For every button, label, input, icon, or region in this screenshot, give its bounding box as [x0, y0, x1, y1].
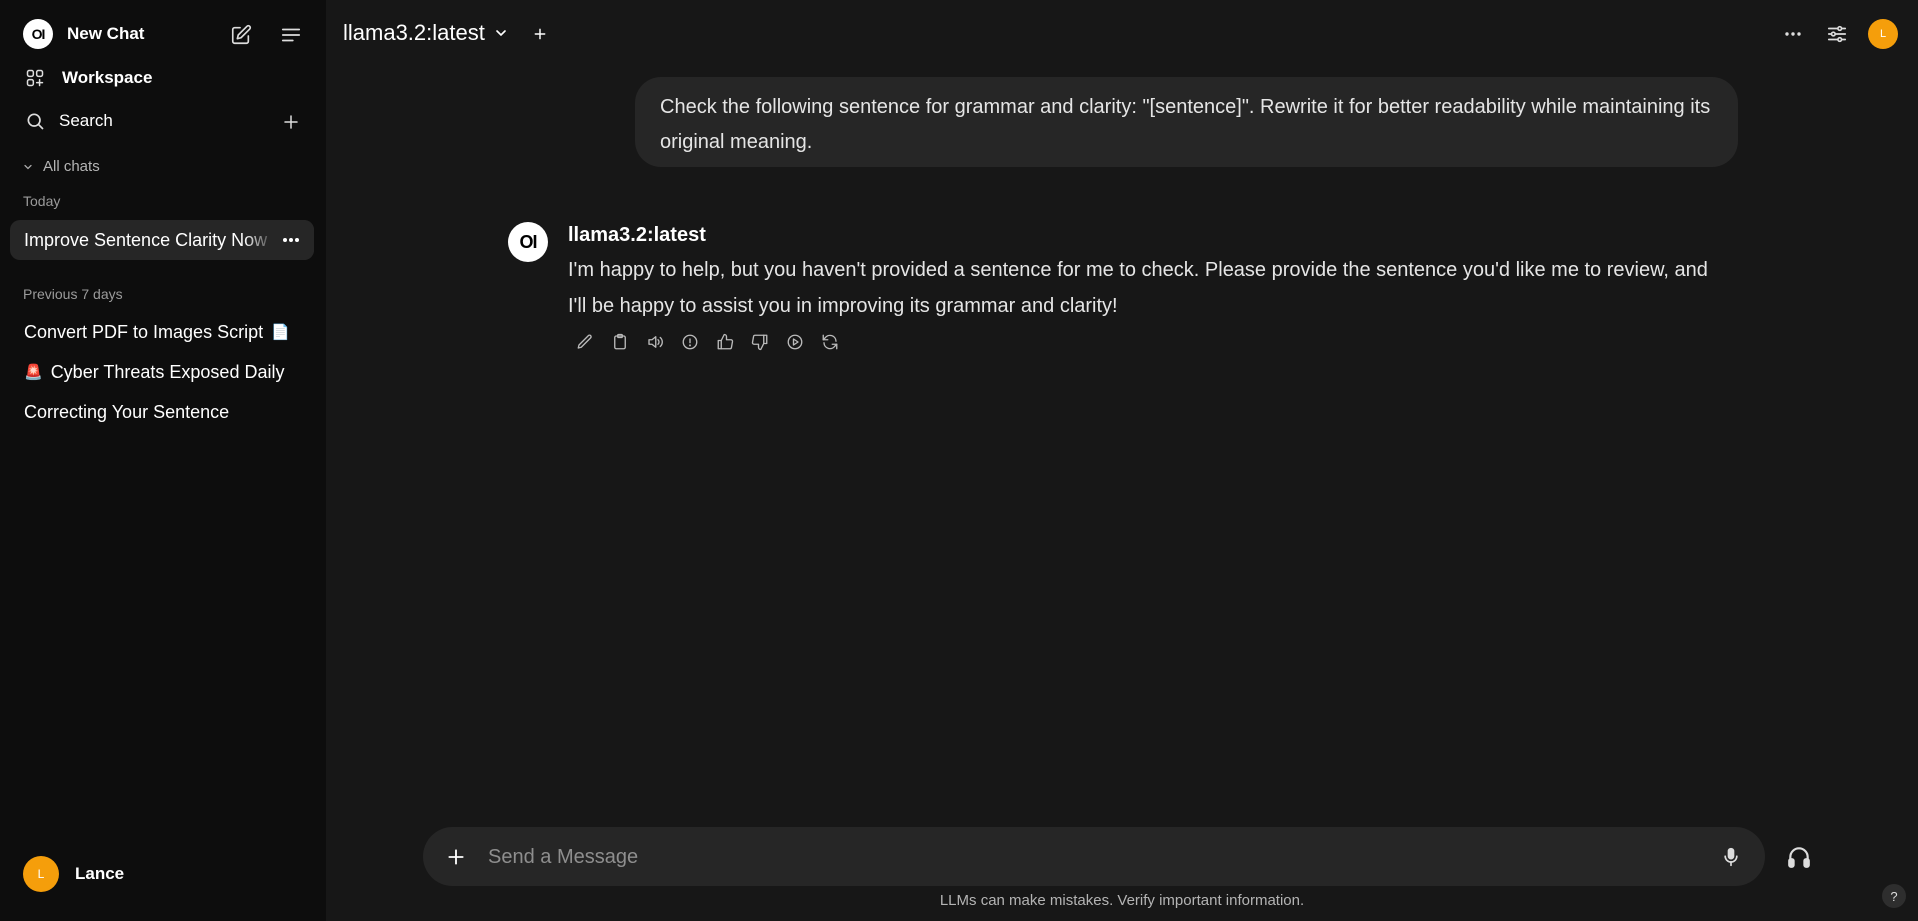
continue-icon[interactable] — [783, 330, 807, 354]
user-message: Check the following sentence for grammar… — [635, 77, 1738, 167]
disclaimer: LLMs can make mistakes. Verify important… — [939, 892, 1305, 909]
chat-options — [244, 220, 314, 260]
user-avatar: L — [23, 856, 59, 892]
siren-emoji-icon: 🚨 — [24, 364, 43, 381]
chevron-down-icon — [496, 30, 506, 37]
edit-icon[interactable] — [573, 330, 597, 354]
workspace-item[interactable]: Workspace — [25, 68, 152, 88]
microphone-icon[interactable] — [1718, 844, 1744, 870]
message-composer — [423, 827, 1765, 886]
search-item[interactable]: Search — [25, 111, 113, 131]
message-actions — [573, 330, 842, 354]
user-name: Lance — [75, 864, 125, 883]
help-button[interactable]: ? — [1882, 884, 1906, 908]
search-label: Search — [59, 111, 113, 130]
copy-icon[interactable] — [608, 330, 632, 354]
regenerate-icon[interactable] — [818, 330, 842, 354]
sidebar: OI New Chat Workspace Search All chats T… — [0, 0, 326, 921]
chat-item[interactable]: Convert PDF to Images Script 📄 — [10, 312, 314, 352]
assistant-model-name: llama3.2:latest — [568, 224, 706, 246]
chat-item-title: Correcting Your Sentence — [24, 401, 230, 422]
more-horizontal-icon[interactable] — [282, 237, 300, 243]
message-input[interactable] — [488, 839, 1668, 875]
chat-item-title: Improve Sentence Clarity Now — [24, 229, 268, 250]
add-model-icon[interactable] — [530, 24, 550, 44]
chat-item-title: Convert PDF to Images Script — [24, 321, 264, 342]
chevron-down-icon — [24, 164, 32, 169]
model-name: llama3.2:latest — [343, 20, 485, 45]
controls-sliders-icon[interactable] — [1825, 22, 1849, 46]
thumbs-down-icon[interactable] — [748, 330, 772, 354]
more-options-icon[interactable] — [1781, 24, 1805, 44]
new-chat-edit-icon[interactable] — [228, 22, 254, 48]
new-chat-label: New Chat — [67, 24, 145, 43]
model-selector[interactable]: llama3.2:latest — [343, 20, 509, 46]
attach-plus-icon[interactable] — [443, 844, 469, 870]
add-folder-icon[interactable] — [280, 111, 302, 133]
workspace-icon — [26, 69, 44, 87]
chat-item-active[interactable]: Improve Sentence Clarity Now — [10, 220, 314, 260]
all-chats-toggle[interactable]: All chats — [22, 158, 100, 175]
thumbs-up-icon[interactable] — [713, 330, 737, 354]
document-emoji-icon: 📄 — [271, 324, 290, 341]
chat-item[interactable]: 🚨 Cyber Threats Exposed Daily — [10, 352, 314, 392]
header-user-avatar[interactable]: L — [1868, 19, 1898, 49]
assistant-avatar: OI — [508, 222, 548, 262]
section-today: Today — [23, 193, 61, 209]
assistant-message: I'm happy to help, but you haven't provi… — [568, 259, 1708, 317]
info-icon[interactable] — [678, 330, 702, 354]
read-aloud-icon[interactable] — [643, 330, 667, 354]
workspace-label: Workspace — [62, 68, 153, 87]
sidebar-toggle-icon[interactable] — [278, 22, 304, 48]
app-logo: OI — [23, 19, 53, 49]
user-menu[interactable]: L Lance — [23, 856, 124, 892]
chat-item-title: Cyber Threats Exposed Daily — [50, 361, 285, 382]
all-chats-label: All chats — [43, 158, 100, 175]
section-previous: Previous 7 days — [23, 286, 123, 302]
new-chat-row[interactable]: OI New Chat — [23, 19, 144, 49]
voice-mode-headphones-icon[interactable] — [1783, 841, 1815, 873]
user-avatar: L — [1868, 19, 1898, 49]
search-icon — [27, 113, 44, 130]
chat-item[interactable]: Correcting Your Sentence — [10, 392, 314, 432]
